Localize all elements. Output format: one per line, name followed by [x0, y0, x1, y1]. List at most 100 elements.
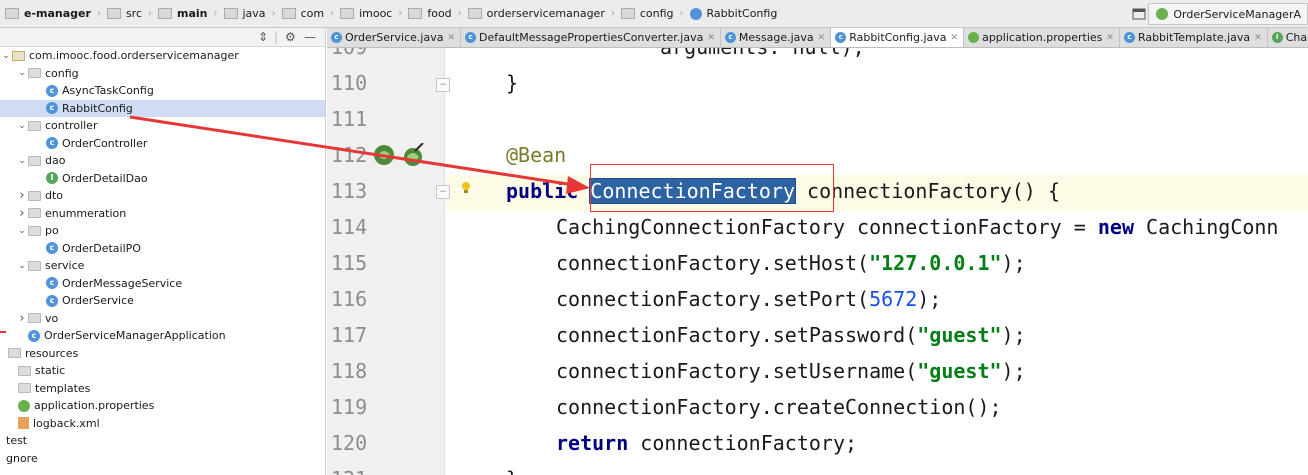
tree-file[interactable]: c OrderController	[34, 135, 147, 152]
tree-folder[interactable]: ⌄ dao	[16, 152, 65, 169]
code-line[interactable]: }	[506, 65, 518, 101]
tree-folder[interactable]: ⌄ controller	[16, 117, 97, 134]
code-line[interactable]: connectionFactory.setPassword("guest");	[556, 317, 1026, 353]
line-number: 116	[331, 287, 368, 311]
folder-icon	[28, 155, 41, 166]
tree-file[interactable]: c OrderServiceManagerApplication	[16, 327, 226, 344]
line-number: 112	[331, 143, 368, 167]
expand-down-icon[interactable]: ⌄	[0, 51, 12, 61]
tree-folder[interactable]: › dto	[16, 187, 63, 204]
breadcrumb-item[interactable]: config	[616, 7, 679, 20]
layout-icon[interactable]	[1131, 6, 1147, 22]
bean-gutter-icon[interactable]	[401, 143, 427, 167]
expand-right-icon[interactable]: ›	[16, 188, 28, 203]
class-icon: c	[28, 329, 40, 342]
fold-marker[interactable]: −	[436, 185, 450, 199]
expand-down-icon[interactable]: ⌄	[16, 261, 28, 271]
breadcrumb-item[interactable]: java	[219, 7, 271, 20]
tree-folder[interactable]: resources	[0, 345, 78, 362]
tree-item-label: test	[6, 434, 28, 447]
run-configuration-label: OrderServiceManagerA	[1173, 7, 1301, 21]
tree-file[interactable]: c RabbitConfig	[0, 99, 325, 117]
tree-folder[interactable]: ⌄ com.imooc.food.orderservicemanager	[0, 47, 239, 64]
expand-down-icon[interactable]: ⌄	[16, 226, 28, 236]
tree-folder[interactable]: static	[6, 362, 65, 379]
tree-folder[interactable]: templates	[6, 380, 90, 397]
tree-file[interactable]: c OrderDetailPO	[34, 240, 141, 257]
line-number: 118	[331, 359, 368, 383]
class-icon: c	[465, 32, 477, 43]
tree-file[interactable]: application.properties	[6, 397, 154, 414]
folder-icon	[18, 365, 31, 376]
editor-tab[interactable]: c Message.java ✕	[720, 28, 832, 47]
fold-marker[interactable]: −	[436, 78, 450, 92]
code-editor[interactable]: 109110111112113114115116117118119120121 …	[327, 48, 1308, 475]
editor-gutter: 109 110 111 112 113 114 115 116 117 118 119 120 121	[327, 48, 445, 475]
tree-folder[interactable]: ⌄ po	[16, 222, 59, 239]
number-token: 5672	[869, 287, 918, 311]
tree-folder[interactable]: › enummeration	[16, 205, 126, 222]
tree-file[interactable]: c OrderService	[34, 292, 134, 309]
code-line[interactable]: connectionFactory.setHost("127.0.0.1");	[556, 245, 1026, 281]
tree-file[interactable]: c OrderMessageService	[34, 275, 182, 292]
editor-tab[interactable]: c RabbitConfig.java ✕	[831, 28, 965, 47]
expand-right-icon[interactable]: ›	[16, 206, 28, 221]
editor-tab[interactable]: application.properties ✕	[964, 28, 1120, 47]
close-tab-icon[interactable]: ✕	[1106, 33, 1114, 43]
close-tab-icon[interactable]: ✕	[951, 33, 959, 43]
breadcrumb-item[interactable]: imooc	[335, 7, 397, 20]
tree-folder[interactable]: › vo	[16, 310, 58, 327]
code-line[interactable]: @Bean	[506, 137, 566, 173]
tree-file[interactable]: I OrderDetailDao	[34, 170, 148, 187]
tree-item-label: OrderService	[62, 294, 134, 307]
breadcrumb-item[interactable]: src	[102, 7, 147, 20]
breadcrumb-label: java	[242, 7, 266, 20]
settings-gear-icon[interactable]: ⚙	[285, 30, 296, 44]
collapse-all-icon[interactable]: ⇕	[258, 30, 268, 44]
expand-down-icon[interactable]: ⌄	[16, 156, 28, 166]
tree-folder[interactable]: ⌄ config	[16, 65, 78, 82]
close-tab-icon[interactable]: ✕	[1254, 33, 1262, 43]
close-tab-icon[interactable]: ✕	[707, 33, 715, 43]
tree-file[interactable]: test	[0, 432, 27, 449]
folder-icon	[28, 68, 41, 78]
code-line[interactable]: return connectionFactory;	[556, 425, 857, 461]
code-line[interactable]: arguments: null);	[660, 48, 865, 65]
breadcrumb-item[interactable]: com	[277, 7, 330, 20]
tree-file[interactable]: gnore	[0, 450, 38, 467]
bean-gutter-icon[interactable]	[371, 143, 397, 167]
code-line[interactable]: connectionFactory.setUsername("guest");	[556, 353, 1026, 389]
tree-file[interactable]: c AsyncTaskConfig	[34, 82, 154, 99]
breadcrumb-label: e-manager	[24, 7, 91, 20]
breadcrumb-item[interactable]: e-manager	[0, 7, 96, 20]
breadcrumb-item[interactable]: food	[403, 7, 456, 20]
code-line[interactable]: }	[506, 461, 518, 475]
run-configuration-selector[interactable]: OrderServiceManagerA	[1148, 3, 1308, 25]
close-tab-icon[interactable]: ✕	[818, 33, 826, 43]
code-token: connectionFactory;	[628, 431, 858, 455]
tree-file[interactable]: logback.xml	[6, 415, 100, 432]
editor-tab[interactable]: c RabbitTemplate.java ✕	[1119, 28, 1268, 47]
tree-folder[interactable]: ⌄ service	[16, 257, 84, 274]
close-tab-icon[interactable]: ✕	[447, 33, 455, 43]
folder-icon	[28, 208, 41, 218]
keyword-token: new	[1097, 215, 1134, 239]
editor-tab[interactable]: IChannelCallback	[1267, 28, 1308, 47]
expand-down-icon[interactable]: ⌄	[16, 68, 28, 78]
hide-panel-icon[interactable]: —	[304, 30, 316, 44]
project-toolbar: ⇕ | ⚙ —	[0, 28, 325, 47]
code-line[interactable]: CachingConnectionFactory connectionFacto…	[556, 209, 1278, 245]
expand-right-icon[interactable]: ›	[16, 311, 28, 326]
class-icon: c	[331, 32, 342, 43]
line-number: 114	[331, 215, 368, 239]
code-line[interactable]: connectionFactory.createConnection();	[556, 389, 1002, 425]
editor-tab[interactable]: c OrderService.java ✕	[327, 28, 462, 47]
lightbulb-icon[interactable]	[461, 181, 471, 195]
breadcrumb-item[interactable]: RabbitConfig	[685, 7, 783, 20]
code-line[interactable]: connectionFactory.setPort(5672);	[556, 281, 941, 317]
editor-tab[interactable]: c DefaultMessagePropertiesConverter.java ✕	[461, 28, 721, 47]
keyword-token: return	[556, 431, 629, 455]
breadcrumb-item[interactable]: orderservicemanager	[463, 7, 610, 20]
expand-down-icon[interactable]: ⌄	[16, 121, 28, 131]
breadcrumb-item[interactable]: main	[153, 7, 213, 20]
